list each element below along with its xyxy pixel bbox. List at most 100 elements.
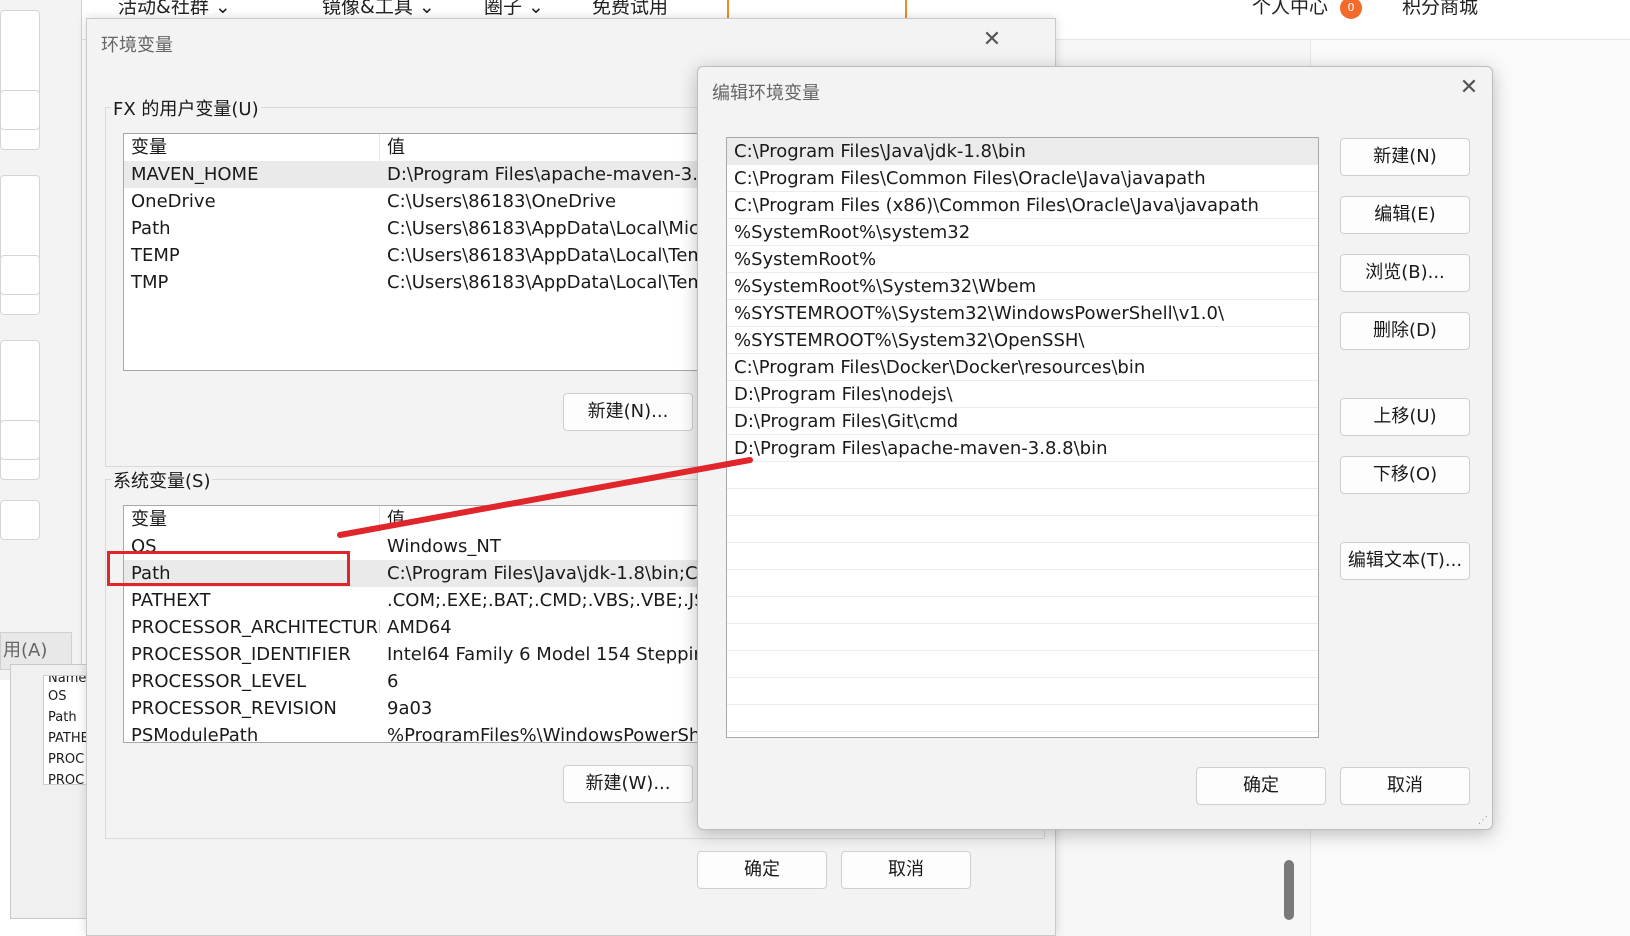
- list-item[interactable]: %SystemRoot%\system32: [727, 219, 1318, 246]
- nav-item-mirrors[interactable]: 镜像&工具 ⌄: [322, 0, 435, 19]
- input-box[interactable]: [0, 500, 40, 540]
- variable-name: PROCESSOR_IDENTIFIER: [131, 644, 351, 665]
- table-row[interactable]: Path C:\Users\86183\AppData\Local\Micro: [124, 215, 722, 242]
- list-item[interactable]: PROC: [44, 749, 88, 770]
- variable-value: 6: [387, 671, 399, 692]
- list-item-empty[interactable]: [727, 705, 1318, 732]
- resize-grip-icon[interactable]: ⋰: [1478, 815, 1488, 826]
- close-icon[interactable]: ✕: [1454, 73, 1484, 103]
- input-box[interactable]: [0, 255, 40, 295]
- list-header: Name: [48, 676, 87, 686]
- nav-item-personal-center[interactable]: 个人中心: [1252, 0, 1328, 19]
- table-row[interactable]: PROCESSOR_LEVEL 6: [124, 668, 722, 695]
- table-row[interactable]: TMP C:\Users\86183\AppData\Local\Temp: [124, 269, 722, 296]
- variable-value: C:\Users\86183\AppData\Local\Temp: [387, 245, 717, 266]
- list-item-empty[interactable]: [727, 624, 1318, 651]
- window-title: 环境变量: [101, 35, 173, 56]
- table-row[interactable]: MAVEN_HOME D:\Program Files\apache-maven-…: [124, 161, 722, 188]
- list-item[interactable]: %SYSTEMROOT%\System32\WindowsPowerShell\…: [727, 300, 1318, 327]
- variable-name: OneDrive: [131, 191, 216, 212]
- table-row[interactable]: PROCESSOR_IDENTIFIER Intel64 Family 6 Mod…: [124, 641, 722, 668]
- variable-name: MAVEN_HOME: [131, 164, 259, 185]
- table-row[interactable]: PATHEXT .COM;.EXE;.BAT;.CMD;.VBS;.VBE;.JS…: [124, 587, 722, 614]
- input-box[interactable]: [0, 90, 40, 130]
- cancel-button[interactable]: 取消: [1340, 767, 1470, 805]
- env-ok-button[interactable]: 确定: [697, 851, 827, 889]
- table-row[interactable]: PSModulePath %ProgramFiles%\WindowsPowerS…: [124, 722, 722, 743]
- list-item-maven-bin[interactable]: D:\Program Files\apache-maven-3.8.8\bin: [727, 435, 1318, 462]
- variable-value: C:\Users\86183\AppData\Local\Temp: [387, 272, 717, 293]
- table-row[interactable]: TEMP C:\Users\86183\AppData\Local\Temp: [124, 242, 722, 269]
- list-item-empty[interactable]: [727, 543, 1318, 570]
- list-item[interactable]: PATHE: [44, 728, 88, 749]
- system-variables-list[interactable]: 变量 值 OS Windows_NT Path C:\Program Files\J…: [123, 505, 723, 743]
- variable-name: TMP: [131, 272, 169, 293]
- list-item[interactable]: PROC: [44, 770, 88, 784]
- browse-button[interactable]: 浏览(B)...: [1340, 254, 1470, 292]
- column-header-value[interactable]: 值: [380, 506, 722, 533]
- list-item-empty[interactable]: [727, 489, 1318, 516]
- variable-name: PROCESSOR_ARCHITECTURE: [131, 617, 380, 638]
- list-item-empty[interactable]: [727, 570, 1318, 597]
- list-item-empty[interactable]: [727, 651, 1318, 678]
- edit-button[interactable]: 编辑(E): [1340, 196, 1470, 234]
- user-new-button[interactable]: 新建(N)...: [563, 393, 693, 431]
- system-properties-window: 用(A): [0, 0, 82, 680]
- list-item[interactable]: C:\Program Files\Common Files\Oracle\Jav…: [727, 165, 1318, 192]
- list-item[interactable]: %SystemRoot%: [727, 246, 1318, 273]
- list-item[interactable]: %SystemRoot%\System32\Wbem: [727, 273, 1318, 300]
- notification-badge: 0: [1340, 0, 1362, 19]
- list-item-empty[interactable]: [727, 462, 1318, 489]
- list-item-empty[interactable]: [727, 597, 1318, 624]
- table-row[interactable]: PROCESSOR_ARCHITECTURE AMD64: [124, 614, 722, 641]
- list-item-empty[interactable]: [727, 516, 1318, 543]
- variable-value: .COM;.EXE;.BAT;.CMD;.VBS;.VBE;.JS;.JSE: [387, 590, 722, 611]
- table-row[interactable]: PROCESSOR_REVISION 9a03: [124, 695, 722, 722]
- background-window: Name OS Path PATHE PROC PROC: [10, 664, 89, 919]
- column-header-value[interactable]: 值: [380, 134, 722, 161]
- variable-name: PROCESSOR_LEVEL: [131, 671, 307, 692]
- close-icon[interactable]: ✕: [977, 25, 1007, 55]
- column-header-variable[interactable]: 变量: [124, 134, 380, 161]
- variable-value: %ProgramFiles%\WindowsPowerShell: [387, 725, 722, 743]
- edit-environment-variable-dialog: 编辑环境变量 ✕ C:\Program Files\Java\jdk-1.8\b…: [697, 66, 1493, 830]
- list-item[interactable]: %SYSTEMROOT%\System32\OpenSSH\: [727, 327, 1318, 354]
- move-down-button[interactable]: 下移(O): [1340, 456, 1470, 494]
- nav-item-circles[interactable]: 圈子 ⌄: [484, 0, 544, 19]
- list-item[interactable]: C:\Program Files\Docker\Docker\resources…: [727, 354, 1318, 381]
- system-new-button[interactable]: 新建(W)...: [563, 765, 693, 803]
- input-box[interactable]: [0, 420, 40, 460]
- variable-value: C:\Users\86183\OneDrive: [387, 191, 617, 212]
- env-cancel-button[interactable]: 取消: [841, 851, 971, 889]
- table-row[interactable]: OneDrive C:\Users\86183\OneDrive: [124, 188, 722, 215]
- list-item[interactable]: C:\Program Files\Java\jdk-1.8\bin: [727, 138, 1318, 165]
- list-item-empty[interactable]: [727, 678, 1318, 705]
- list-item[interactable]: D:\Program Files\Git\cmd: [727, 408, 1318, 435]
- column-header-variable[interactable]: 变量: [124, 506, 380, 533]
- new-button[interactable]: 新建(N): [1340, 138, 1470, 176]
- move-up-button[interactable]: 上移(U): [1340, 398, 1470, 436]
- ok-button[interactable]: 确定: [1196, 767, 1326, 805]
- nav-item-activities[interactable]: 活动&社群 ⌄: [118, 0, 231, 19]
- list-item[interactable]: OS: [44, 686, 88, 707]
- list-item[interactable]: C:\Program Files (x86)\Common Files\Orac…: [727, 192, 1318, 219]
- path-entries-list[interactable]: C:\Program Files\Java\jdk-1.8\bin C:\Pro…: [726, 137, 1319, 738]
- variable-name: PSModulePath: [131, 725, 259, 743]
- variable-name: TEMP: [131, 245, 180, 266]
- system-variables-label: 系统变量(S): [111, 467, 213, 493]
- list-header: 变量 值: [124, 506, 722, 533]
- list-item[interactable]: Path: [44, 707, 88, 728]
- nav-item-points-mall[interactable]: 积分商城: [1402, 0, 1478, 19]
- user-variables-list[interactable]: 变量 值 MAVEN_HOME D:\Program Files\apache-m…: [123, 133, 723, 371]
- edit-text-button[interactable]: 编辑文本(T)...: [1340, 542, 1470, 580]
- search-box[interactable]: [727, 0, 907, 18]
- variable-list[interactable]: Name OS Path PATHE PROC PROC: [43, 675, 89, 785]
- list-item[interactable]: D:\Program Files\nodejs\: [727, 381, 1318, 408]
- variable-value: C:\Program Files\Java\jdk-1.8\bin;C:\P: [387, 563, 721, 584]
- nav-item-free-trial[interactable]: 免费试用: [592, 0, 668, 19]
- scrollbar-thumb[interactable]: [1284, 860, 1294, 920]
- variable-value: 9a03: [387, 698, 433, 719]
- variable-name: PATHEXT: [131, 590, 211, 611]
- delete-button[interactable]: 删除(D): [1340, 312, 1470, 350]
- highlight-box-path: [107, 551, 350, 586]
